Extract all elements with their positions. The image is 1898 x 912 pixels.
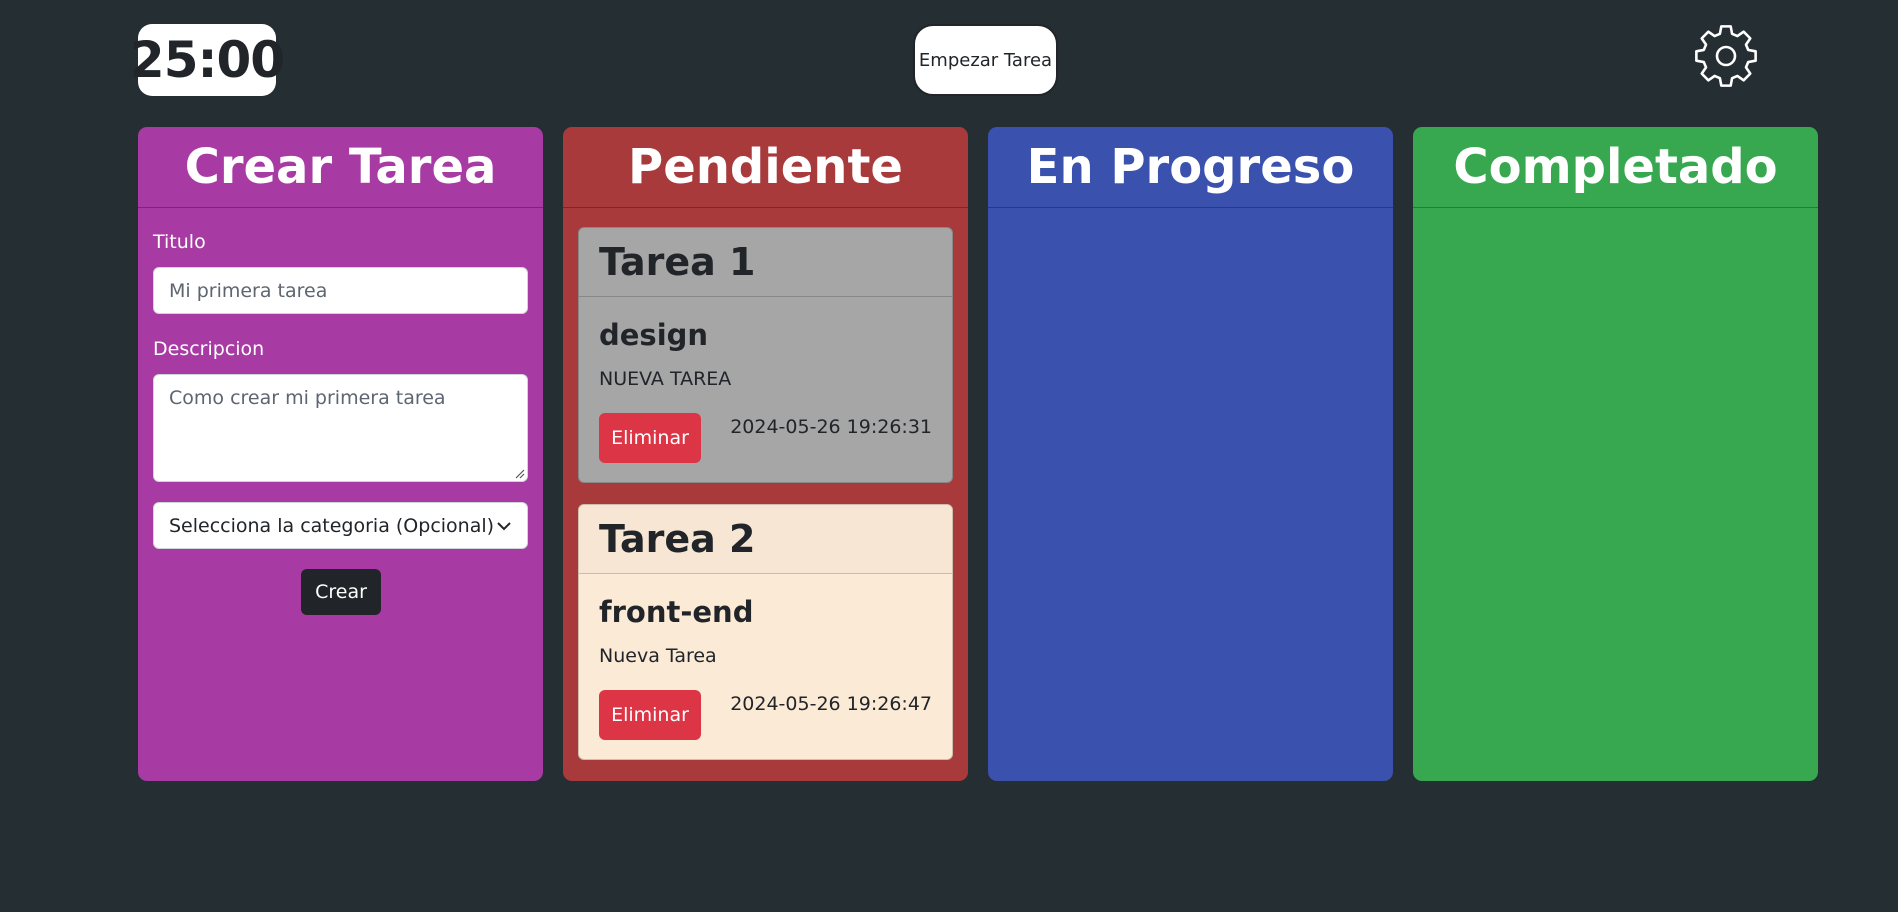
title-input[interactable]: Mi primera tarea xyxy=(153,267,528,314)
gear-icon[interactable] xyxy=(1693,23,1759,89)
in-progress-title: En Progreso xyxy=(988,127,1393,208)
category-select[interactable]: Selecciona la categoria (Opcional) xyxy=(153,502,528,549)
task-title: Tarea 2 xyxy=(579,505,952,574)
timer-display: 25:00 xyxy=(130,24,285,96)
completed-title: Completado xyxy=(1413,127,1818,208)
task-card[interactable]: Tarea 1 design NUEVA TAREA Eliminar 2024… xyxy=(578,227,953,483)
task-description: NUEVA TAREA xyxy=(599,368,732,390)
create-task-panel: Crear Tarea Titulo Mi primera tarea Desc… xyxy=(138,127,543,781)
description-textarea[interactable]: Como crear mi primera tarea xyxy=(153,374,528,482)
in-progress-column: En Progreso xyxy=(988,127,1393,781)
create-button[interactable]: Crear xyxy=(301,569,381,615)
task-title: Tarea 1 xyxy=(579,228,952,297)
resize-handle-icon[interactable] xyxy=(515,469,525,479)
category-selected: Selecciona la categoria (Opcional) xyxy=(169,514,495,537)
start-task-button[interactable]: Empezar Tarea xyxy=(913,24,1058,96)
task-date: 2024-05-26 19:26:47 xyxy=(730,693,932,715)
create-task-title: Crear Tarea xyxy=(138,127,543,208)
pending-title: Pendiente xyxy=(563,127,968,208)
delete-button[interactable]: Eliminar xyxy=(599,690,701,740)
task-date: 2024-05-26 19:26:31 xyxy=(730,416,932,438)
delete-button[interactable]: Eliminar xyxy=(599,413,701,463)
task-card[interactable]: Tarea 2 front-end Nueva Tarea Eliminar 2… xyxy=(578,504,953,760)
task-category: front-end xyxy=(599,595,754,629)
title-label: Titulo xyxy=(153,231,206,253)
chevron-down-icon xyxy=(497,521,511,530)
task-description: Nueva Tarea xyxy=(599,645,717,667)
task-category: design xyxy=(599,318,709,352)
description-label: Descripcion xyxy=(153,338,265,360)
description-placeholder: Como crear mi primera tarea xyxy=(169,387,446,409)
pending-column: Pendiente Tarea 1 design NUEVA TAREA Eli… xyxy=(563,127,968,781)
completed-column: Completado xyxy=(1413,127,1818,781)
title-placeholder: Mi primera tarea xyxy=(169,279,328,302)
